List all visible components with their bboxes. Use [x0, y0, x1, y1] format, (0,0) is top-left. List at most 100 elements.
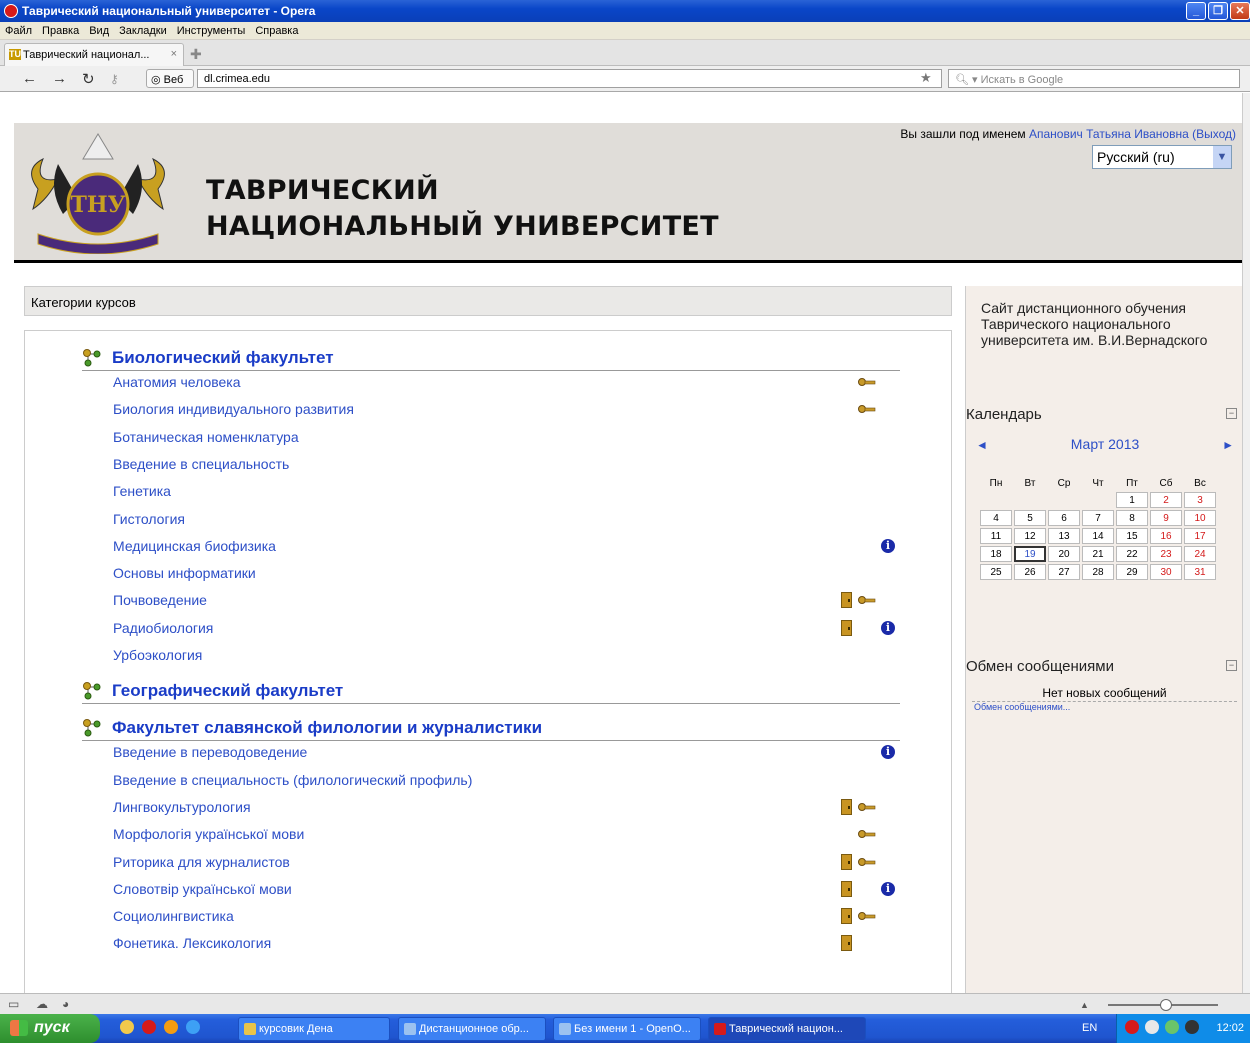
category-heading[interactable]: Факультет славянской филологии и журнали…: [82, 715, 900, 742]
calendar-day[interactable]: 15: [1116, 528, 1148, 544]
category-heading[interactable]: Биологический факультет: [82, 345, 900, 371]
back-icon[interactable]: ←: [22, 70, 37, 87]
course-link[interactable]: Генетика: [113, 483, 171, 499]
calendar-day[interactable]: 3: [1184, 492, 1216, 508]
zoom-slider-knob[interactable]: [1160, 999, 1172, 1011]
course-link[interactable]: Ботаническая номенклатура: [113, 429, 299, 445]
calendar-day[interactable]: 8: [1116, 510, 1148, 526]
tray-icon[interactable]: [1145, 1020, 1159, 1034]
calendar-day[interactable]: 16: [1150, 528, 1182, 544]
calendar-day[interactable]: 28: [1082, 564, 1114, 580]
reload-icon[interactable]: ↻: [82, 70, 95, 88]
search-input[interactable]: 🔍︎ ▾ Искать в Google: [948, 69, 1240, 88]
taskbar-window-button[interactable]: Без имени 1 - OpenO...: [553, 1017, 701, 1041]
messages-link[interactable]: Обмен сообщениями...: [974, 702, 1070, 712]
bookmark-star-icon[interactable]: ★: [920, 70, 932, 86]
calendar-day[interactable]: 24: [1184, 546, 1216, 562]
course-link[interactable]: Лингвокультурология: [113, 799, 251, 815]
new-tab-icon[interactable]: ✚: [190, 46, 202, 63]
minimize-button[interactable]: _: [1186, 2, 1206, 20]
course-link[interactable]: Риторика для журналистов: [113, 854, 290, 870]
calendar-prev-icon[interactable]: ◄: [976, 438, 988, 452]
menu-item[interactable]: Закладки: [114, 22, 172, 37]
calendar-day[interactable]: 1: [1116, 492, 1148, 508]
course-link[interactable]: Биология индивидуального развития: [113, 401, 354, 417]
category-heading[interactable]: Географический факультет: [82, 678, 900, 705]
vertical-scrollbar[interactable]: [1242, 93, 1250, 993]
calendar-day[interactable]: 10: [1184, 510, 1216, 526]
maximize-button[interactable]: ❐: [1208, 2, 1228, 20]
calendar-day[interactable]: 14: [1082, 528, 1114, 544]
info-icon[interactable]: i: [881, 538, 895, 553]
logout-link[interactable]: (Выход): [1192, 127, 1236, 141]
calendar-day[interactable]: 12: [1014, 528, 1046, 544]
calendar-day[interactable]: 5: [1014, 510, 1046, 526]
forward-icon[interactable]: →: [52, 70, 67, 87]
info-icon[interactable]: i: [881, 881, 895, 896]
quicklaunch-icon[interactable]: [120, 1020, 134, 1034]
course-link[interactable]: Фонетика. Лексикология: [113, 935, 271, 951]
calendar-day[interactable]: 18: [980, 546, 1012, 562]
key-icon[interactable]: ⚷: [110, 72, 119, 86]
tab-close-icon[interactable]: ×: [171, 48, 177, 60]
zoom-out-icon[interactable]: ▲: [1080, 1000, 1089, 1010]
course-link[interactable]: Гистология: [113, 511, 185, 527]
taskbar-window-button[interactable]: Дистанционное обр...: [398, 1017, 546, 1041]
url-input[interactable]: dl.crimea.edu: [197, 69, 942, 88]
calendar-day[interactable]: 27: [1048, 564, 1080, 580]
menu-item[interactable]: Файл: [0, 22, 37, 37]
course-link[interactable]: Урбоэкология: [113, 647, 202, 663]
course-link[interactable]: Медицинская биофизика: [113, 538, 276, 554]
calendar-month-link[interactable]: Март 2013: [1071, 436, 1140, 452]
calendar-day[interactable]: 7: [1082, 510, 1114, 526]
tray-icon[interactable]: [1125, 1020, 1139, 1034]
tray-icon[interactable]: [1165, 1020, 1179, 1034]
tray-icon[interactable]: [1185, 1020, 1199, 1034]
course-link[interactable]: Почвоведение: [113, 592, 207, 608]
taskbar-window-button[interactable]: курсовик Дена: [238, 1017, 390, 1041]
calendar-day[interactable]: 19: [1014, 546, 1046, 562]
course-link[interactable]: Введение в специальность (филологический…: [113, 772, 472, 788]
course-link[interactable]: Введение в переводоведение: [113, 744, 307, 760]
info-icon[interactable]: i: [881, 620, 895, 635]
tab-active[interactable]: TU Таврический национал... ×: [4, 43, 184, 66]
calendar-day[interactable]: 26: [1014, 564, 1046, 580]
menu-item[interactable]: Инструменты: [172, 22, 251, 37]
course-link[interactable]: Социолингвистика: [113, 908, 234, 924]
calendar-day[interactable]: 23: [1150, 546, 1182, 562]
panel-toggle-icon[interactable]: ▭: [8, 997, 19, 1011]
calendar-day[interactable]: 4: [980, 510, 1012, 526]
browser-quicklaunch-icon[interactable]: [164, 1020, 178, 1034]
menu-item[interactable]: Правка: [37, 22, 84, 37]
collapse-icon[interactable]: −: [1226, 408, 1237, 419]
course-link[interactable]: Словотвір української мови: [113, 881, 292, 897]
course-link[interactable]: Радиобиология: [113, 620, 213, 636]
calendar-next-icon[interactable]: ►: [1222, 438, 1234, 452]
calendar-day[interactable]: 11: [980, 528, 1012, 544]
taskbar-window-button[interactable]: Таврический национ...: [708, 1017, 866, 1041]
input-language[interactable]: EN: [1082, 1022, 1097, 1034]
menu-item[interactable]: Вид: [84, 22, 114, 37]
language-select[interactable]: Русский (ru) ▼: [1092, 145, 1232, 169]
course-link[interactable]: Основы информатики: [113, 565, 256, 581]
course-link[interactable]: Анатомия человека: [113, 374, 241, 390]
course-link[interactable]: Морфологія української мови: [113, 826, 304, 842]
calendar-day[interactable]: 2: [1150, 492, 1182, 508]
calendar-day[interactable]: 9: [1150, 510, 1182, 526]
calendar-day[interactable]: 20: [1048, 546, 1080, 562]
calendar-day[interactable]: 29: [1116, 564, 1148, 580]
collapse-icon[interactable]: −: [1226, 660, 1237, 671]
ie-quicklaunch-icon[interactable]: [186, 1020, 200, 1034]
start-button[interactable]: пуск: [0, 1014, 100, 1043]
course-link[interactable]: Введение в специальность: [113, 456, 289, 472]
speed-dial-icon[interactable]: ◕: [62, 997, 69, 1011]
calendar-day[interactable]: 17: [1184, 528, 1216, 544]
calendar-day[interactable]: 6: [1048, 510, 1080, 526]
cloud-icon[interactable]: ☁: [36, 997, 48, 1011]
calendar-day[interactable]: 30: [1150, 564, 1182, 580]
close-button[interactable]: ✕: [1230, 2, 1250, 20]
calendar-day[interactable]: 22: [1116, 546, 1148, 562]
calendar-day[interactable]: 13: [1048, 528, 1080, 544]
zoom-slider[interactable]: [1108, 999, 1218, 1011]
user-name-link[interactable]: Апанович Татьяна Ивановна: [1029, 127, 1189, 141]
